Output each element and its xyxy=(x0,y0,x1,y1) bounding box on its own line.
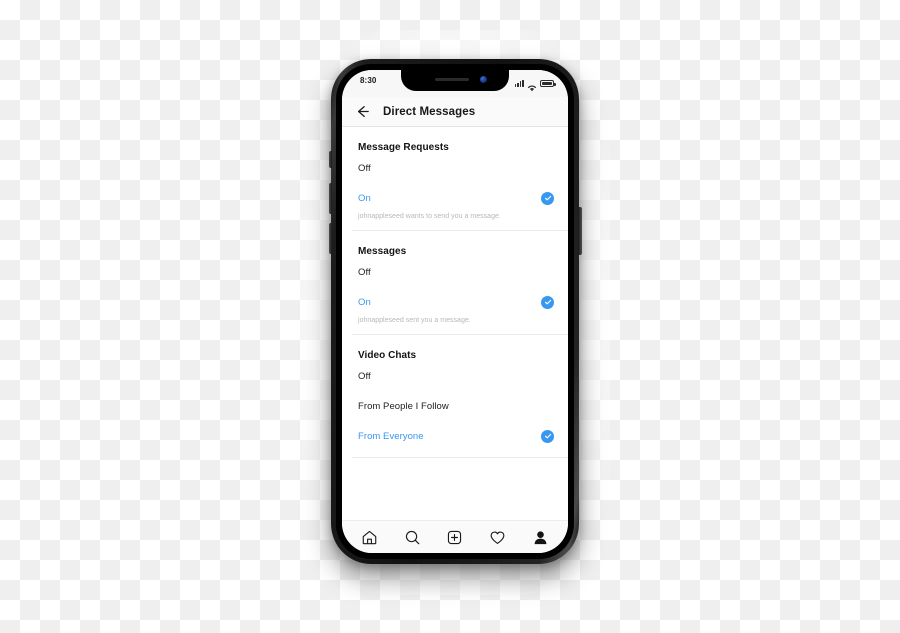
check-circle-icon[interactable] xyxy=(541,429,554,443)
bottom-navigation-bar xyxy=(342,520,568,553)
option-subtitle: johnappleseed sent you a message. xyxy=(358,317,471,324)
section-title: Message Requests xyxy=(358,142,449,153)
option-row-from-people-i-follow[interactable]: From People I Follow xyxy=(342,391,568,421)
home-icon[interactable] xyxy=(358,526,380,548)
option-row-off[interactable]: Off xyxy=(342,361,568,391)
search-icon[interactable] xyxy=(401,526,423,548)
volume-up-button[interactable] xyxy=(328,183,332,214)
back-arrow-icon[interactable] xyxy=(354,103,371,120)
option-row-from-everyone[interactable]: From Everyone xyxy=(342,421,568,451)
phone-device-frame: 8:30 Direct Messages Message Requests Of… xyxy=(328,59,582,564)
volume-down-button[interactable] xyxy=(328,223,332,254)
option-label: Off xyxy=(358,162,371,174)
section-divider xyxy=(352,457,568,458)
section-title: Video Chats xyxy=(358,350,417,361)
section-video-chats: Video Chats Off From People I Follow Fro… xyxy=(342,335,568,457)
settings-list[interactable]: Message Requests Off On johnappleseed wa… xyxy=(342,127,568,520)
option-row-off[interactable]: Off xyxy=(342,153,568,183)
option-row-off[interactable]: Off xyxy=(342,257,568,287)
signal-bars-icon xyxy=(514,79,524,87)
power-button[interactable] xyxy=(578,207,582,255)
option-label: On xyxy=(358,296,371,308)
option-label: From People I Follow xyxy=(358,400,449,412)
notch xyxy=(401,70,509,91)
option-label: From Everyone xyxy=(358,430,424,442)
section-title: Messages xyxy=(358,246,407,257)
front-camera-icon xyxy=(480,76,487,83)
battery-icon xyxy=(540,80,556,87)
option-subtitle: johnappleseed wants to send you a messag… xyxy=(358,213,501,220)
heart-icon[interactable] xyxy=(487,526,509,548)
status-bar: 8:30 xyxy=(342,70,568,97)
option-label: On xyxy=(358,192,371,204)
status-bar-indicators xyxy=(514,77,556,92)
phone-screen: 8:30 Direct Messages Message Requests Of… xyxy=(342,70,568,553)
earpiece-speaker-icon xyxy=(435,78,469,81)
page-title: Direct Messages xyxy=(383,105,476,118)
app-header: Direct Messages xyxy=(342,97,568,127)
option-row-on[interactable]: On xyxy=(342,287,568,317)
option-row-on[interactable]: On xyxy=(342,183,568,213)
section-messages: Messages Off On johnappleseed sent you a… xyxy=(342,231,568,334)
silent-switch-button[interactable] xyxy=(329,151,332,168)
section-message-requests: Message Requests Off On johnappleseed wa… xyxy=(342,127,568,230)
wifi-icon xyxy=(527,79,537,92)
check-circle-icon[interactable] xyxy=(541,191,554,205)
add-post-icon[interactable] xyxy=(444,526,466,548)
option-label: Off xyxy=(358,266,371,278)
check-circle-icon[interactable] xyxy=(541,295,554,309)
status-bar-time: 8:30 xyxy=(360,76,377,85)
option-label: Off xyxy=(358,370,371,382)
profile-icon[interactable] xyxy=(530,526,552,548)
